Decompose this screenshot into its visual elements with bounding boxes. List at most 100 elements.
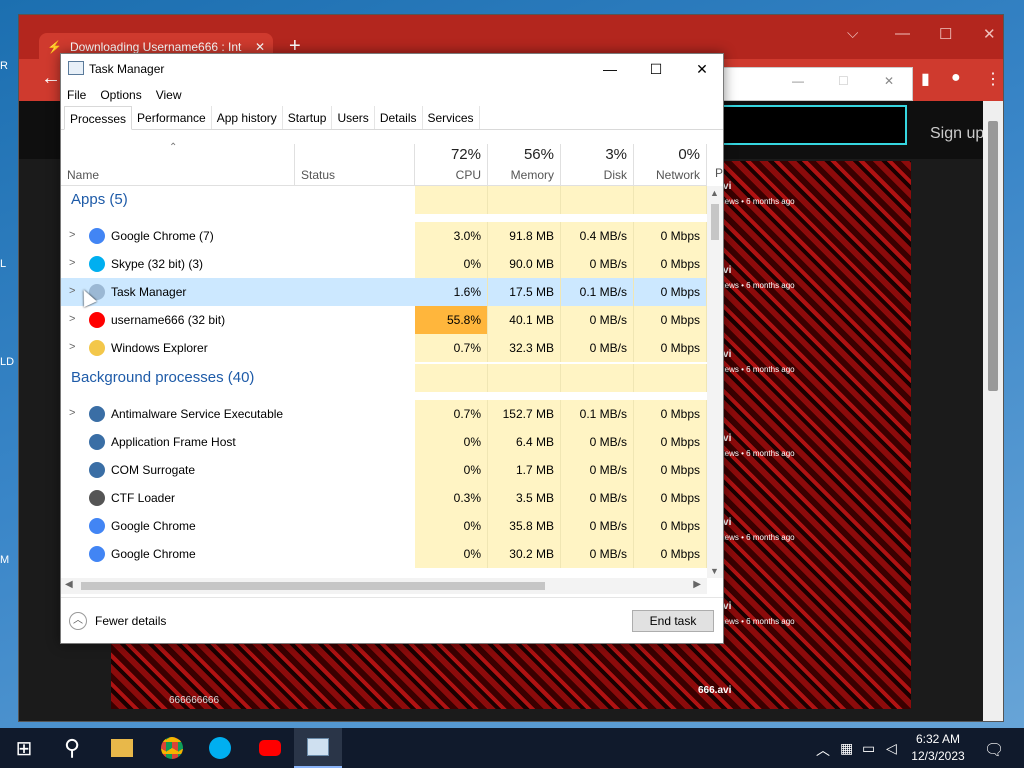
skype-button[interactable] xyxy=(196,728,244,768)
tray-overflow-chevron-icon[interactable]: ︿ xyxy=(816,740,830,760)
tab-startup[interactable]: Startup xyxy=(283,106,333,129)
process-row[interactable]: > Task Manager 1.6% 17.5 MB 0.1 MB/s 0 Mbps xyxy=(61,278,707,306)
column-header-memory[interactable]: 56% Memory xyxy=(488,144,561,186)
horizontal-scrollbar-thumb[interactable] xyxy=(81,582,545,590)
process-row[interactable]: Application Frame Host 0% 6.4 MB 0 MB/s 0 Mb… xyxy=(61,428,707,456)
expand-chevron-icon[interactable]: > xyxy=(69,285,75,297)
process-row[interactable]: COM Surrogate 0% 1.7 MB 0 MB/s 0 Mbps xyxy=(61,456,707,484)
tab-app-history[interactable]: App history xyxy=(212,106,283,129)
minimize-button[interactable]: — xyxy=(587,54,633,84)
process-name-cell: COM Surrogate xyxy=(61,456,415,484)
column-header-disk[interactable]: 3% Disk xyxy=(561,144,634,186)
disk-cell: 0 MB/s xyxy=(561,456,634,484)
end-task-button[interactable]: End task xyxy=(632,610,714,632)
page-scrollbar[interactable] xyxy=(983,101,1003,721)
vertical-scrollbar-thumb[interactable] xyxy=(711,204,719,240)
cpu-cell: 0% xyxy=(415,428,488,456)
expand-chevron-icon[interactable]: > xyxy=(69,341,75,353)
fewer-details-button[interactable]: ︿ Fewer details xyxy=(69,612,166,630)
process-row[interactable]: Google Chrome 0% 35.8 MB 0 MB/s 0 Mbps xyxy=(61,512,707,540)
network-cell: 0 Mbps xyxy=(634,512,707,540)
search-button[interactable]: ⚲ xyxy=(48,728,96,768)
network-icon[interactable]: ▭ xyxy=(862,740,875,757)
tab-search-chevron-icon[interactable]: ⌵ xyxy=(847,25,858,42)
process-row[interactable]: > Antimalware Service Executable 0.7% 152.7… xyxy=(61,400,707,428)
page-scrollbar-thumb[interactable] xyxy=(988,121,998,391)
menu-view[interactable]: View xyxy=(156,88,182,102)
expand-chevron-icon[interactable]: > xyxy=(69,257,75,269)
tab-users[interactable]: Users xyxy=(332,106,375,129)
tab-processes[interactable]: Processes xyxy=(64,106,133,130)
profile-avatar-icon[interactable]: ● xyxy=(951,69,961,87)
tab-details[interactable]: Details xyxy=(375,106,423,129)
disk-cell: 0 MB/s xyxy=(561,540,634,568)
youtube-button[interactable] xyxy=(246,728,294,768)
browser-close-button[interactable]: ✕ xyxy=(983,25,996,43)
memory-cell: 17.5 MB xyxy=(488,278,561,306)
browser-popup-window[interactable]: — ☐ ✕ xyxy=(719,67,913,101)
scroll-down-arrow-icon[interactable]: ▼ xyxy=(710,566,719,576)
horizontal-scrollbar[interactable]: ◀ ▶ xyxy=(61,578,707,594)
task-manager-window[interactable]: Task Manager — ☐ ✕ File Options View Pro… xyxy=(60,53,724,644)
volume-muted-icon[interactable]: ◁ xyxy=(886,740,897,757)
browser-maximize-button[interactable]: ☐ xyxy=(939,25,952,43)
memory-cell: 6.4 MB xyxy=(488,428,561,456)
process-row[interactable]: > username666 (32 bit) 55.8% 40.1 MB 0 MB/s 0… xyxy=(61,306,707,334)
popup-close-button[interactable]: ✕ xyxy=(884,74,894,88)
sign-up-link[interactable]: Sign up xyxy=(930,125,984,143)
sidepanel-icon[interactable]: ▮ xyxy=(921,69,930,89)
column-header-status[interactable]: Status xyxy=(295,144,415,186)
search-icon: ⚲ xyxy=(63,735,81,760)
process-row[interactable]: > Windows Explorer 0.7% 32.3 MB 0 MB/s 0 Mbps xyxy=(61,334,707,362)
popup-minimize-button[interactable]: — xyxy=(792,74,804,88)
column-header-cpu[interactable]: 72% CPU xyxy=(415,144,488,186)
group-name-cell: Background processes (40) xyxy=(61,364,415,392)
scroll-right-arrow-icon[interactable]: ▶ xyxy=(693,579,701,590)
process-name: Google Chrome xyxy=(111,547,196,561)
disk-cell: 0 MB/s xyxy=(561,250,634,278)
network-cell: 0 Mbps xyxy=(634,484,707,512)
scroll-up-arrow-icon[interactable]: ▲ xyxy=(710,188,719,198)
notification-icon[interactable]: 🗨 xyxy=(984,740,1004,760)
task-manager-titlebar[interactable]: Task Manager — ☐ ✕ xyxy=(61,54,723,84)
menu-file[interactable]: File xyxy=(67,88,86,102)
network-label: Network xyxy=(655,168,700,182)
expand-chevron-icon[interactable]: > xyxy=(69,313,75,325)
scroll-left-arrow-icon[interactable]: ◀ xyxy=(65,579,73,590)
network-cell: 0 Mbps xyxy=(634,250,707,278)
maximize-button[interactable]: ☐ xyxy=(633,54,679,84)
process-name: Task Manager xyxy=(111,285,187,299)
chrome-button[interactable] xyxy=(148,728,196,768)
process-icon xyxy=(89,546,105,562)
tab-performance[interactable]: Performance xyxy=(132,106,212,129)
task-manager-taskbar-button[interactable] xyxy=(294,728,342,768)
column-header-network[interactable]: 0% Network xyxy=(634,144,707,186)
tray-app-icon[interactable]: ▦ xyxy=(840,740,853,757)
process-list-scrollbar[interactable]: ▲ ▼ xyxy=(707,186,723,578)
process-name-cell: CTF Loader xyxy=(61,484,415,512)
tab-close-icon[interactable]: ✕ xyxy=(255,40,265,54)
browser-menu-icon[interactable]: ⋮ xyxy=(985,69,1001,89)
process-row[interactable]: Google Chrome 0% 30.2 MB 0 MB/s 0 Mbps xyxy=(61,540,707,568)
memory-cell: 30.2 MB xyxy=(488,540,561,568)
clock[interactable]: 6:32 AM 12/3/2023 xyxy=(908,731,968,765)
back-arrow-icon[interactable]: ← xyxy=(41,67,61,90)
file-explorer-button[interactable] xyxy=(98,728,146,768)
expand-chevron-icon[interactable]: > xyxy=(69,407,75,419)
column-header-power-partial[interactable]: P xyxy=(715,166,723,180)
browser-minimize-button[interactable]: — xyxy=(895,25,910,42)
start-button[interactable]: ⊞ xyxy=(0,728,48,768)
memory-cell: 90.0 MB xyxy=(488,250,561,278)
process-row[interactable]: > Google Chrome (7) 3.0% 91.8 MB 0.4 MB/s 0 M… xyxy=(61,222,707,250)
process-row[interactable]: > Skype (32 bit) (3) 0% 90.0 MB 0 MB/s 0 Mbps xyxy=(61,250,707,278)
process-list[interactable]: Apps (5) > Google Chrome (7) 3.0% 91.8 MB 0.4… xyxy=(61,186,707,578)
menu-options[interactable]: Options xyxy=(100,88,141,102)
column-header-name[interactable]: ⌃ Name xyxy=(61,142,295,186)
video-thumbnail[interactable]: 666.avi xyxy=(636,677,816,707)
tab-services[interactable]: Services xyxy=(423,106,480,129)
close-button[interactable]: ✕ xyxy=(679,54,723,84)
popup-maximize-button[interactable]: ☐ xyxy=(838,74,849,88)
memory-total: 56% xyxy=(523,146,554,163)
expand-chevron-icon[interactable]: > xyxy=(69,229,75,241)
process-row[interactable]: CTF Loader 0.3% 3.5 MB 0 MB/s 0 Mbps xyxy=(61,484,707,512)
